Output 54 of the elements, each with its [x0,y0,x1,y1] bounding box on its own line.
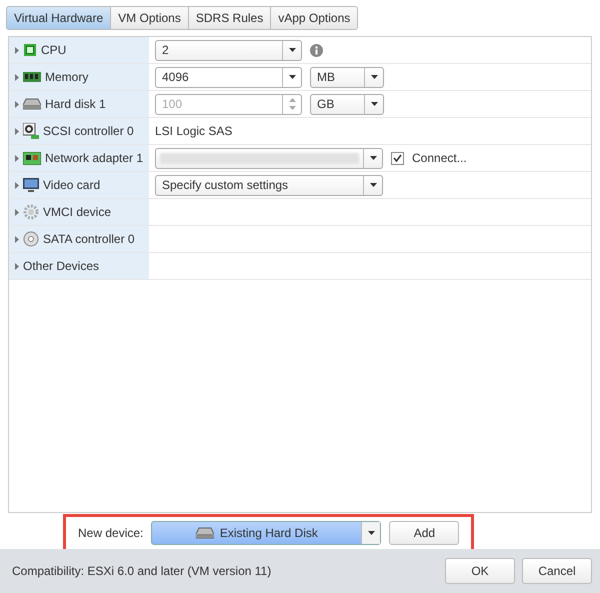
network-dropdown[interactable] [155,148,383,168]
caret-icon [370,75,378,79]
expand-arrow-icon[interactable] [15,262,19,270]
device-name: Video card [43,178,100,192]
device-name: VMCI device [43,205,112,219]
checkbox-label: Connect... [412,151,467,165]
disc-icon [23,231,39,247]
caret-icon [288,48,296,52]
expand-arrow-icon[interactable] [15,128,19,134]
expand-arrow-icon[interactable] [15,46,19,54]
checkbox[interactable] [391,152,404,164]
unit-dropdown[interactable]: MB [310,66,384,88]
device-name: SATA controller 0 [43,232,135,246]
controller-icon [23,123,39,139]
tab[interactable]: SDRS Rules [188,6,272,30]
chip-icon [23,43,37,57]
tab[interactable]: VM Options [110,6,189,30]
expand-arrow-icon[interactable] [15,236,19,242]
memory-module-icon [23,71,41,83]
expand-arrow-icon[interactable] [15,74,19,80]
device-name: Network adapter 1 [45,151,144,165]
device-name: Other Devices [23,259,100,273]
expand-arrow-icon[interactable] [15,182,19,188]
info-icon[interactable] [310,44,323,56]
hard-drive-icon [196,527,214,539]
caret-icon [370,102,378,106]
expand-arrow-icon[interactable] [15,154,19,162]
gear-icon [23,204,39,220]
caret-icon [288,75,296,79]
device-name: CPU [41,43,66,57]
device-name: Hard disk 1 [45,97,106,111]
compatibility-text: Compatibility: ESXi 6.0 and later (VM version 11) [12,564,272,578]
device-name: Memory [45,70,88,84]
caret-icon [368,531,375,535]
hard-drive-icon [23,98,41,110]
expand-arrow-icon[interactable] [15,100,19,108]
caret-icon [370,156,376,160]
new-device-label: New device: [78,526,144,540]
monitor-icon [23,178,39,192]
caret-icon [370,183,376,187]
spinner-arrows-icon [288,98,296,110]
value-dropdown[interactable]: 2 [155,40,302,60]
value-dropdown[interactable]: Specify custom settings [155,174,383,196]
add-button[interactable]: Add [389,521,460,545]
tab[interactable]: Virtual Hardware [6,6,112,30]
device-name: SCSI controller 0 [43,124,134,138]
value-text: LSI Logic SAS [155,124,232,138]
expand-arrow-icon[interactable] [15,208,19,216]
network-card-icon [23,152,41,164]
ok-button[interactable]: OK [445,558,515,584]
tab[interactable]: vApp Options [270,6,358,30]
value-combobox[interactable]: 4096 [155,66,302,88]
cancel-button[interactable]: Cancel [522,558,592,584]
new-device-dropdown[interactable]: Existing Hard Disk [151,521,382,545]
